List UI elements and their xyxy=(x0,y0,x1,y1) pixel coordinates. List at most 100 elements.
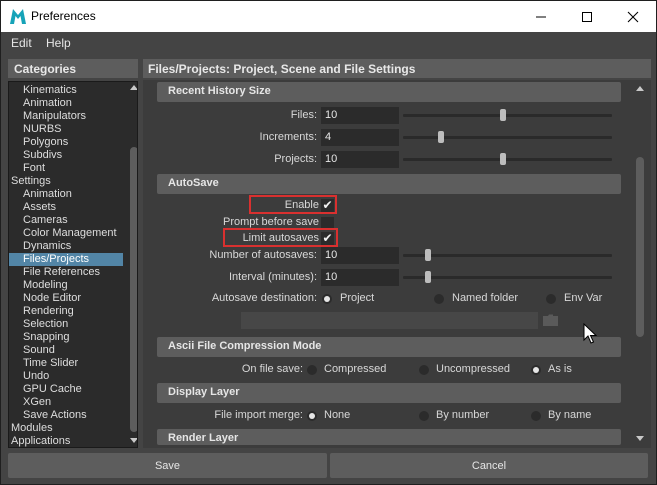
merge-by-number-label[interactable]: By number xyxy=(436,409,489,421)
category-item[interactable]: Rendering xyxy=(9,305,74,318)
number-of-autosaves-slider-handle[interactable] xyxy=(425,249,432,261)
ascii-as-is-label[interactable]: As is xyxy=(548,363,572,375)
destination-project-label[interactable]: Project xyxy=(340,292,374,304)
category-item[interactable]: File References xyxy=(9,266,100,279)
category-item[interactable]: Animation xyxy=(9,188,72,201)
autosave-destination-path-field xyxy=(241,312,538,329)
projects-label: Projects: xyxy=(274,153,317,165)
increments-slider-track[interactable] xyxy=(403,136,612,139)
menu-edit[interactable]: Edit xyxy=(11,36,32,50)
save-button[interactable]: Save xyxy=(8,453,327,478)
merge-by-name-radio[interactable] xyxy=(531,411,541,421)
number-of-autosaves-label: Number of autosaves: xyxy=(209,249,317,261)
categories-scroll-thumb[interactable] xyxy=(130,147,137,432)
section-ascii-compression[interactable]: Ascii File Compression Mode xyxy=(157,337,621,357)
category-item[interactable]: Font xyxy=(9,162,45,175)
title-bar[interactable]: Preferences xyxy=(1,1,656,32)
scroll-down-icon[interactable] xyxy=(636,436,644,442)
cancel-button[interactable]: Cancel xyxy=(330,453,648,478)
ascii-compressed-label[interactable]: Compressed xyxy=(324,363,386,375)
category-item[interactable]: Time Slider xyxy=(9,357,78,370)
category-item[interactable]: Manipulators xyxy=(9,110,86,123)
destination-env-var-label[interactable]: Env Var xyxy=(564,292,602,304)
close-icon xyxy=(627,11,639,22)
category-item[interactable]: XGen xyxy=(9,396,51,409)
section-autosave[interactable]: AutoSave xyxy=(157,174,621,194)
interval-field[interactable]: 10 xyxy=(321,269,399,286)
maximize-icon xyxy=(582,11,592,22)
categories-scrollbar[interactable] xyxy=(129,82,138,447)
scroll-down-icon[interactable] xyxy=(130,438,138,444)
destination-project-radio[interactable] xyxy=(322,294,332,304)
category-item[interactable]: Cameras xyxy=(9,214,68,227)
category-item[interactable]: Dynamics xyxy=(9,240,71,253)
scroll-up-icon[interactable] xyxy=(636,85,644,91)
merge-none-radio[interactable] xyxy=(307,411,317,421)
category-item[interactable]: Kinematics xyxy=(9,84,77,97)
maya-app-icon xyxy=(10,9,26,24)
category-item[interactable]: Node Editor xyxy=(9,292,81,305)
increments-slider-handle[interactable] xyxy=(437,131,444,143)
interval-slider-track[interactable] xyxy=(403,276,612,279)
maximize-button[interactable] xyxy=(564,1,610,32)
close-button[interactable] xyxy=(610,1,656,32)
files-slider-track[interactable] xyxy=(403,114,612,117)
destination-named-folder-label[interactable]: Named folder xyxy=(452,292,518,304)
file-import-merge-label: File import merge: xyxy=(214,409,303,421)
category-item[interactable]: Modeling xyxy=(9,279,68,292)
autosave-destination-label: Autosave destination: xyxy=(211,292,317,304)
projects-field[interactable]: 10 xyxy=(321,151,399,168)
categories-list[interactable]: Kinematics Animation Manipulators NURBS Poly… xyxy=(8,81,138,448)
merge-none-label[interactable]: None xyxy=(324,409,350,421)
increments-field[interactable]: 4 xyxy=(321,129,399,146)
menu-bar: Edit Help xyxy=(1,32,656,54)
category-item[interactable]: Applications xyxy=(9,435,70,447)
section-recent-history[interactable]: Recent History Size xyxy=(157,82,621,102)
settings-scroll-thumb[interactable] xyxy=(636,157,644,337)
category-item[interactable]: Color Management xyxy=(9,227,117,240)
number-of-autosaves-slider-track[interactable] xyxy=(403,254,612,257)
ascii-uncompressed-radio[interactable] xyxy=(419,365,429,375)
menu-help[interactable]: Help xyxy=(46,36,71,50)
section-title: Display Layer xyxy=(168,386,240,398)
ascii-uncompressed-label[interactable]: Uncompressed xyxy=(436,363,510,375)
projects-slider-handle[interactable] xyxy=(500,153,507,165)
section-render-layer[interactable]: Render Layer xyxy=(157,429,621,445)
section-title: Ascii File Compression Mode xyxy=(168,340,322,352)
category-item[interactable]: Files/Projects xyxy=(9,253,123,266)
category-item[interactable]: Selection xyxy=(9,318,68,331)
category-item[interactable]: Settings xyxy=(9,175,51,188)
files-slider-handle[interactable] xyxy=(500,109,507,121)
category-item[interactable]: Assets xyxy=(9,201,56,214)
limit-autosaves-checkbox[interactable]: ✔ xyxy=(321,232,334,245)
category-item[interactable]: Animation xyxy=(9,97,72,110)
section-display-layer[interactable]: Display Layer xyxy=(157,383,621,403)
limit-autosaves-label: Limit autosaves xyxy=(242,232,319,244)
interval-slider-handle[interactable] xyxy=(425,271,432,283)
interval-label: Interval (minutes): xyxy=(228,271,317,283)
category-item[interactable]: Polygons xyxy=(9,136,68,149)
files-field[interactable]: 10 xyxy=(321,107,399,124)
category-item[interactable]: Save Actions xyxy=(9,409,87,422)
category-item[interactable]: NURBS xyxy=(9,123,62,136)
number-of-autosaves-field[interactable]: 10 xyxy=(321,247,399,264)
ascii-as-is-radio[interactable] xyxy=(531,365,541,375)
destination-named-folder-radio[interactable] xyxy=(434,294,444,304)
merge-by-name-label[interactable]: By name xyxy=(548,409,591,421)
category-item[interactable]: Snapping xyxy=(9,331,70,344)
merge-by-number-radio[interactable] xyxy=(419,411,429,421)
enable-checkbox[interactable]: ✔ xyxy=(321,199,334,212)
category-item[interactable]: Modules xyxy=(9,422,53,435)
category-item[interactable]: Subdivs xyxy=(9,149,62,162)
files-label: Files: xyxy=(290,109,317,121)
category-item[interactable]: GPU Cache xyxy=(9,383,82,396)
projects-slider-track[interactable] xyxy=(403,158,612,161)
scroll-up-icon[interactable] xyxy=(130,84,138,90)
on-file-save-label: On file save: xyxy=(241,363,303,375)
destination-env-var-radio[interactable] xyxy=(546,294,556,304)
ascii-compressed-radio[interactable] xyxy=(307,365,317,375)
category-item[interactable]: Undo xyxy=(9,370,49,383)
minimize-button[interactable] xyxy=(518,1,564,32)
category-item[interactable]: Sound xyxy=(9,344,55,357)
settings-scrollbar[interactable] xyxy=(634,83,645,445)
